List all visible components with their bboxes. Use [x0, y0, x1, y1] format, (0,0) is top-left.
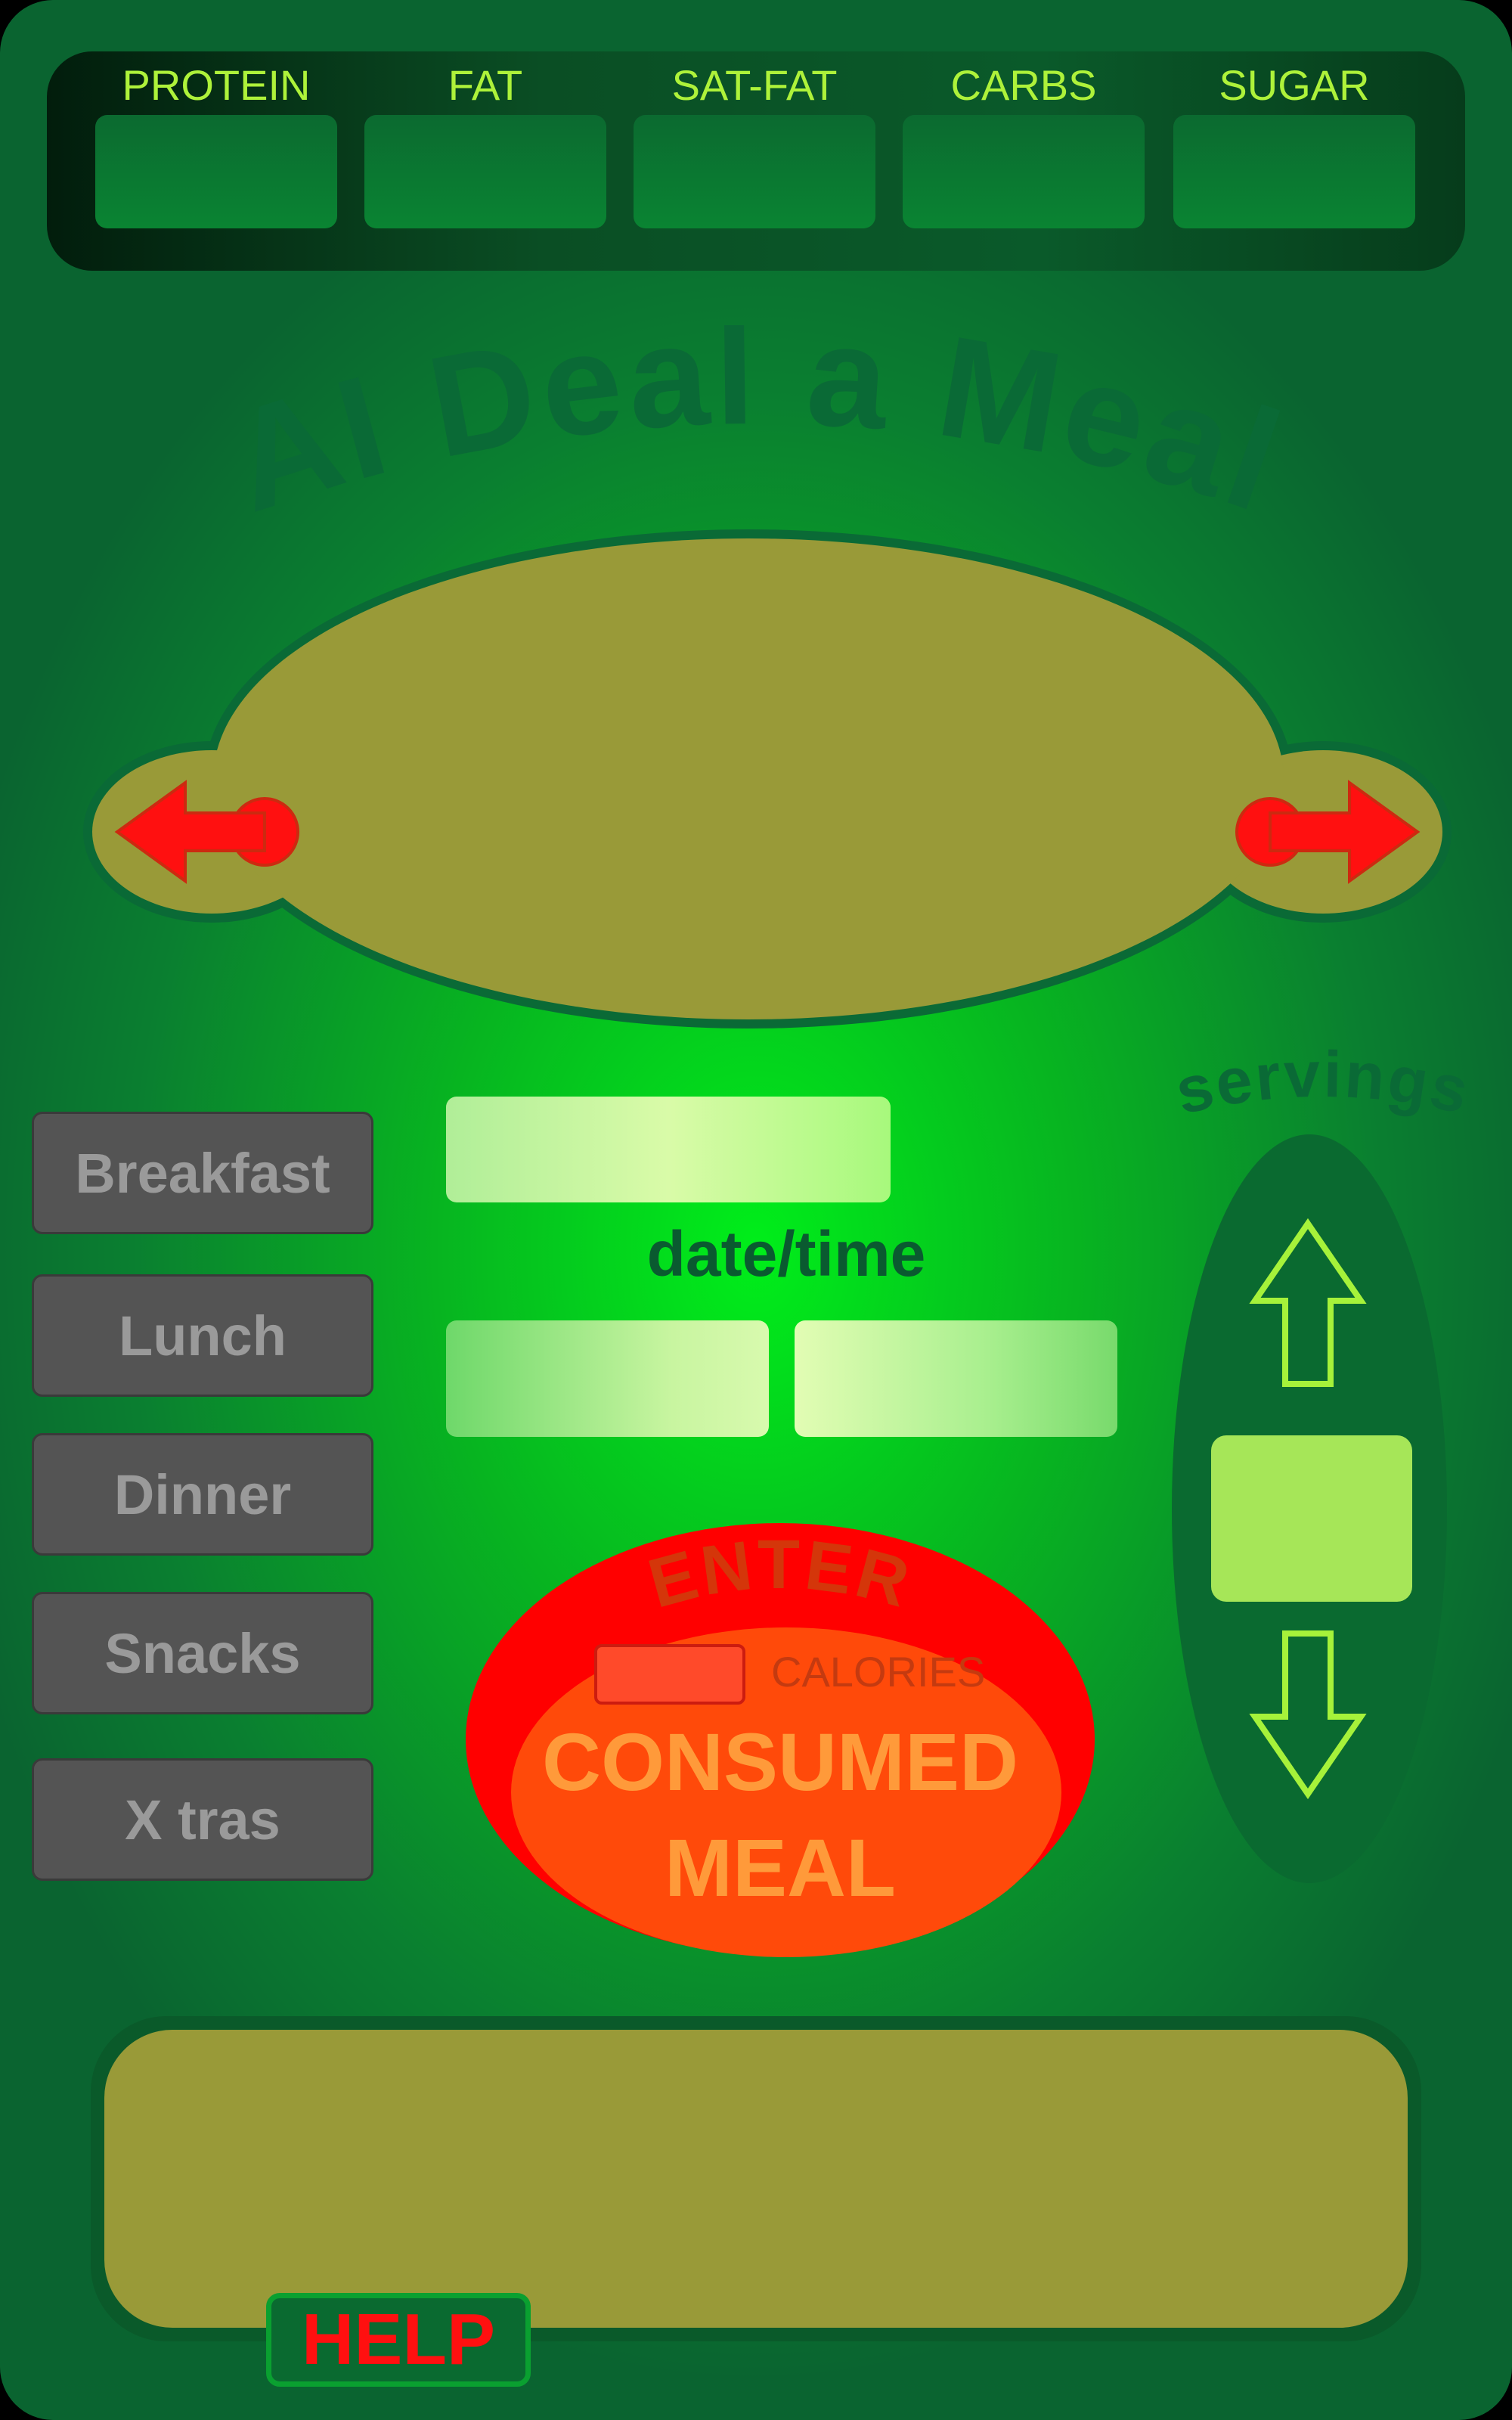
dish-display: [83, 529, 1452, 1028]
calories-value-box: [594, 1644, 745, 1705]
arrow-up-icon[interactable]: [1247, 1210, 1368, 1392]
carbs-label: CARBS: [950, 61, 1097, 109]
app-title: AI Deal a Meal: [227, 325, 1285, 537]
date-input[interactable]: [446, 1320, 769, 1437]
fat-label: FAT: [448, 61, 523, 109]
sat-fat-label: SAT-FAT: [671, 61, 838, 109]
snacks-button[interactable]: Snacks: [32, 1592, 373, 1714]
calories-label: CALORIES: [771, 1648, 986, 1696]
svg-text:servings: servings: [1169, 1038, 1476, 1128]
sugar-label: SUGAR: [1219, 61, 1370, 109]
app-title-text: AI Deal a Meal: [227, 325, 1285, 537]
fat-value-box: [364, 115, 606, 228]
lunch-button[interactable]: Lunch: [32, 1274, 373, 1397]
datetime-label: date/time: [646, 1218, 926, 1289]
dinner-button[interactable]: Dinner: [32, 1433, 373, 1556]
servings-input[interactable]: [1211, 1435, 1412, 1602]
protein-label: PROTEIN: [122, 61, 311, 109]
enter-consumed-meal-button[interactable]: ENTER: [463, 1520, 1098, 1974]
carbs-value-box: [903, 115, 1145, 228]
output-panel: [104, 2030, 1408, 2328]
extras-button[interactable]: X tras: [32, 1758, 373, 1881]
sugar-value-box: [1173, 115, 1415, 228]
servings-label: servings: [1169, 1038, 1476, 1128]
nutrient-panel: PROTEIN FAT SAT-FAT CARBS SUGAR: [47, 51, 1465, 271]
app-screen: PROTEIN FAT SAT-FAT CARBS SUGAR AI Deal …: [0, 0, 1512, 2420]
sat-fat-value-box: [634, 115, 875, 228]
servings-label-text: servings: [1169, 1038, 1474, 1128]
protein-value-box: [95, 115, 337, 228]
breakfast-button[interactable]: Breakfast: [32, 1112, 373, 1234]
time-input[interactable]: [795, 1320, 1117, 1437]
svg-text:AI Deal a Meal: AI Deal a Meal: [227, 325, 1285, 537]
help-button[interactable]: HELP: [266, 2293, 531, 2387]
meal-name-input[interactable]: [446, 1097, 891, 1202]
arrow-down-icon[interactable]: [1247, 1626, 1368, 1807]
